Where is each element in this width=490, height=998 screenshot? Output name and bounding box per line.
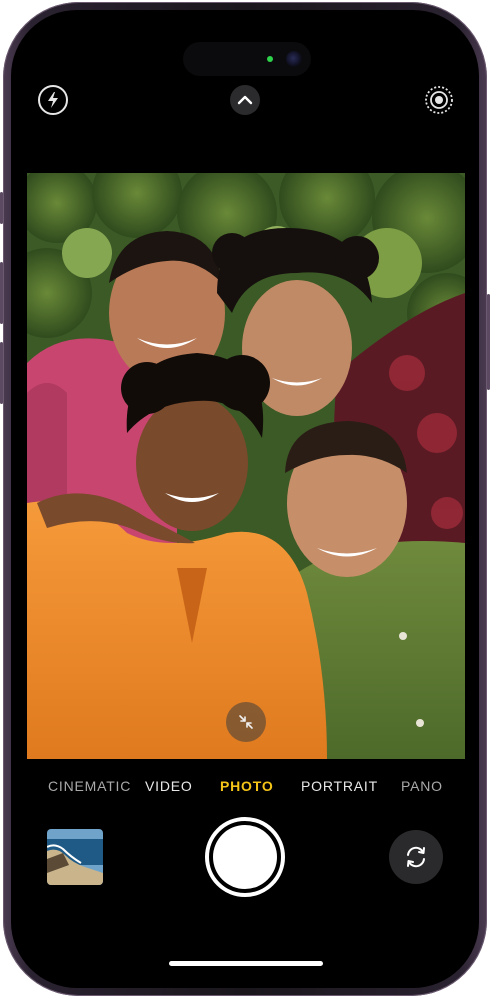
mode-cinematic[interactable]: CINEMATIC	[48, 778, 131, 794]
selfie-preview-image	[27, 173, 465, 759]
flash-button[interactable]	[38, 85, 68, 115]
mode-portrait[interactable]: PORTRAIT	[301, 778, 378, 794]
camera-mode-selector: CINEMATIC VIDEO PHOTO PORTRAIT PANO	[11, 778, 479, 800]
mode-video[interactable]: VIDEO	[145, 778, 193, 794]
volume-up-button	[0, 262, 3, 324]
camera-flip-icon	[407, 846, 425, 868]
camera-in-use-indicator	[267, 56, 273, 62]
screen: CINEMATIC VIDEO PHOTO PORTRAIT PANO	[11, 10, 479, 988]
live-photo-button[interactable]	[424, 85, 454, 115]
front-camera-lens	[286, 51, 302, 67]
shutter-button[interactable]	[205, 817, 285, 897]
camera-viewfinder[interactable]	[27, 173, 465, 759]
collapse-arrows-icon	[239, 715, 253, 729]
mode-photo[interactable]: PHOTO	[220, 778, 274, 794]
volume-down-button	[0, 342, 3, 404]
zoom-toggle-button[interactable]	[226, 702, 266, 742]
live-photo-icon	[425, 86, 453, 114]
action-button	[0, 192, 3, 224]
last-photo-thumbnail[interactable]	[47, 829, 103, 885]
chevron-up-icon	[237, 95, 253, 105]
home-indicator[interactable]	[169, 961, 323, 966]
beach-photo-thumbnail-image	[47, 829, 103, 885]
flash-icon	[48, 92, 58, 108]
camera-flip-button[interactable]	[389, 830, 443, 884]
dynamic-island	[183, 42, 311, 76]
camera-controls-toggle[interactable]	[230, 85, 260, 115]
shutter-inner	[213, 825, 277, 889]
mode-pano[interactable]: PANO	[401, 778, 443, 794]
